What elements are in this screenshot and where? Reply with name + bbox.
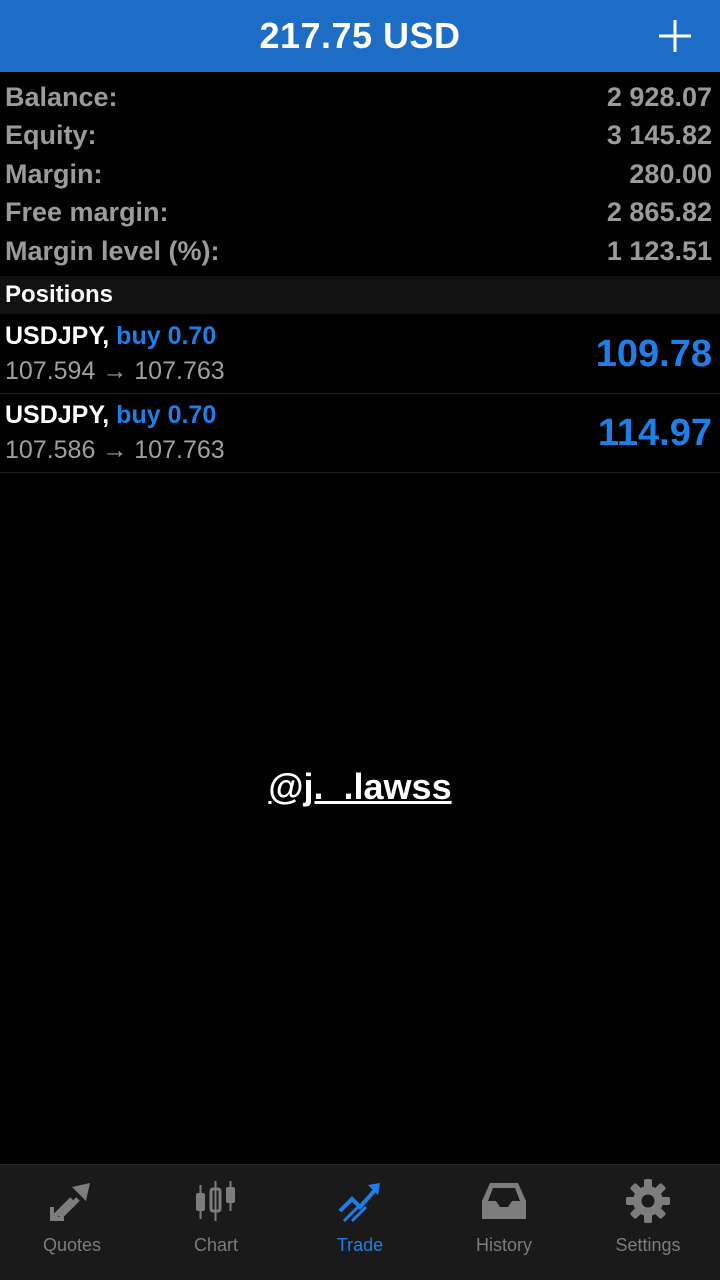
chart-icon — [192, 1177, 240, 1225]
position-item[interactable]: USDJPY, buy 0.70 107.594 → 107.763 109.7… — [0, 315, 720, 394]
positions-list: USDJPY, buy 0.70 107.594 → 107.763 109.7… — [0, 315, 720, 473]
equity-value: 3 145.82 — [606, 120, 712, 151]
arrow-right-icon: → — [102, 357, 128, 385]
free-margin-label: Free margin: — [5, 197, 169, 228]
position-symbol: USDJPY, — [5, 401, 110, 429]
tab-chart[interactable]: Chart — [144, 1165, 288, 1280]
plus-icon — [659, 20, 691, 52]
tab-quotes[interactable]: Quotes — [0, 1165, 144, 1280]
positions-section-header: Positions — [0, 276, 720, 314]
position-title: USDJPY, buy 0.70 — [5, 401, 225, 430]
tab-settings[interactable]: Settings — [576, 1165, 720, 1280]
trade-icon — [336, 1177, 384, 1225]
position-side: buy 0.70 — [116, 322, 217, 350]
position-side: buy 0.70 — [116, 401, 217, 429]
equity-label: Equity: — [5, 120, 97, 151]
current-price: 107.763 — [134, 357, 225, 385]
equity-row: Equity: 3 145.82 — [0, 117, 720, 156]
position-details: USDJPY, buy 0.70 107.594 → 107.763 — [5, 322, 225, 386]
open-price: 107.594 — [5, 357, 96, 385]
header-bar: 217.75 USD — [0, 0, 720, 72]
margin-level-row: Margin level (%): 1 123.51 — [0, 232, 720, 271]
position-profit: 109.78 — [595, 332, 712, 375]
history-icon — [480, 1177, 528, 1225]
margin-label: Margin: — [5, 158, 103, 189]
tab-settings-label: Settings — [615, 1235, 681, 1255]
balance-value: 2 928.07 — [606, 81, 712, 112]
positions-heading: Positions — [5, 281, 114, 308]
position-details: USDJPY, buy 0.70 107.586 → 107.763 — [5, 401, 225, 465]
settings-icon — [624, 1177, 672, 1225]
margin-level-label: Margin level (%): — [5, 235, 220, 266]
free-margin-value: 2 865.82 — [606, 197, 712, 228]
position-prices: 107.594 → 107.763 — [5, 357, 225, 386]
balance-label: Balance: — [5, 81, 118, 112]
arrow-right-icon: → — [102, 436, 128, 464]
margin-row: Margin: 280.00 — [0, 155, 720, 194]
free-margin-row: Free margin: 2 865.82 — [0, 194, 720, 233]
account-summary: Balance: 2 928.07 Equity: 3 145.82 Margi… — [0, 78, 720, 271]
margin-value: 280.00 — [629, 158, 712, 189]
position-symbol: USDJPY, — [5, 322, 110, 350]
tab-quotes-label: Quotes — [42, 1235, 102, 1255]
bottom-tab-bar: Quotes Chart Trade History Settings — [0, 1164, 720, 1280]
profit-title: 217.75 USD — [259, 15, 461, 56]
tab-chart-label: Chart — [193, 1235, 238, 1255]
balance-row: Balance: 2 928.07 — [0, 78, 720, 117]
margin-level-value: 1 123.51 — [606, 235, 712, 266]
position-title: USDJPY, buy 0.70 — [5, 322, 225, 351]
tab-history[interactable]: History — [432, 1165, 576, 1280]
watermark-text: @j._.lawss — [268, 766, 452, 807]
tab-history-label: History — [475, 1235, 532, 1255]
tab-trade[interactable]: Trade — [288, 1165, 432, 1280]
quotes-icon — [48, 1177, 96, 1225]
position-profit: 114.97 — [597, 411, 712, 454]
tab-trade-label: Trade — [336, 1235, 384, 1255]
current-price: 107.763 — [134, 436, 225, 464]
open-price: 107.586 — [5, 436, 96, 464]
position-item[interactable]: USDJPY, buy 0.70 107.586 → 107.763 114.9… — [0, 394, 720, 473]
position-prices: 107.586 → 107.763 — [5, 436, 225, 465]
add-order-button[interactable] — [650, 12, 700, 60]
